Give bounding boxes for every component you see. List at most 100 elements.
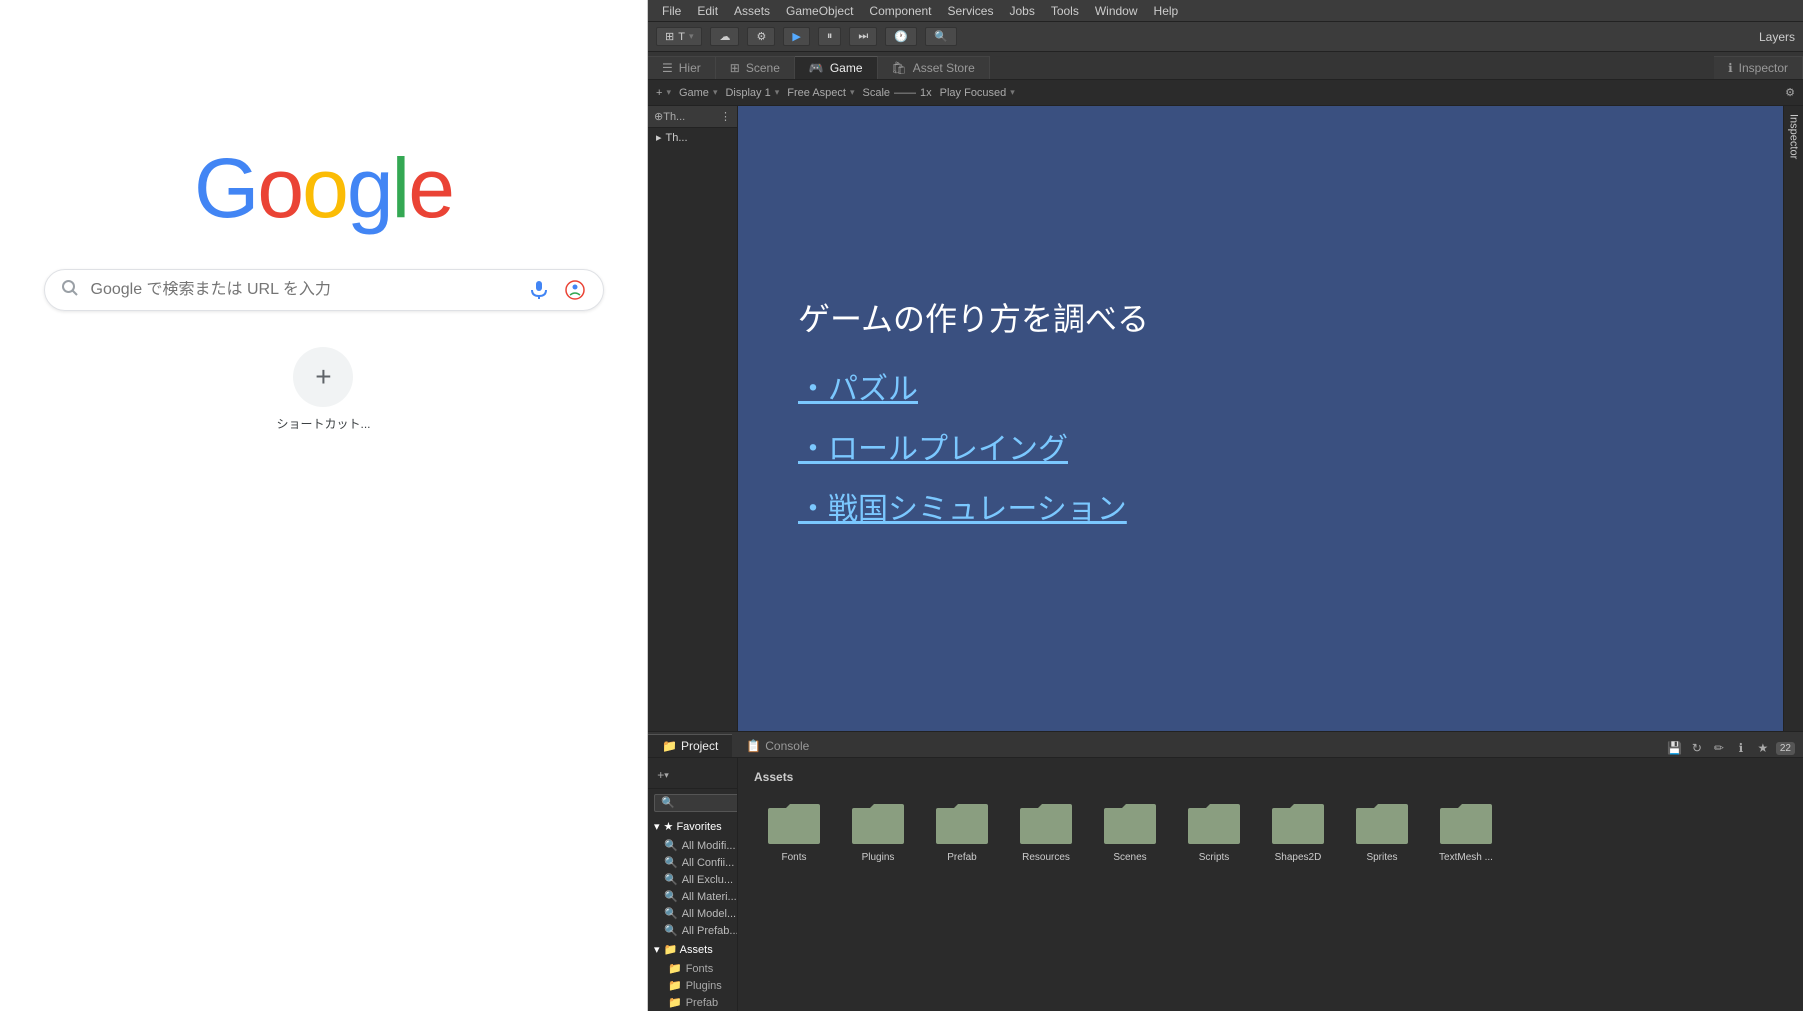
aspect-dropdown[interactable]: Free Aspect ▾	[787, 87, 854, 99]
tab-console[interactable]: 📋 Console	[732, 735, 823, 757]
project-sidebar: +▾ ▾ ★ Favorites 🔍 All Modifi... 🔍	[648, 758, 738, 1011]
asset-plugins[interactable]: Plugins	[838, 796, 918, 867]
asset-sprites[interactable]: Sprites	[1342, 796, 1422, 867]
folder-prefab-icon	[934, 800, 990, 848]
microphone-icon[interactable]	[527, 278, 551, 302]
folder-textmesh-icon	[1438, 800, 1494, 848]
refresh-icon[interactable]: ↻	[1688, 739, 1706, 757]
history-btn[interactable]: 🕐	[885, 27, 917, 46]
fav-all-modified[interactable]: 🔍 All Modifi...	[648, 837, 737, 854]
game-link-0[interactable]: ・パズル	[798, 364, 1723, 408]
asset-shapes2d[interactable]: Shapes2D	[1258, 796, 1338, 867]
display-dropdown[interactable]: Display 1 ▾	[725, 87, 779, 99]
asset-store-tab-label: Asset Store	[913, 61, 975, 75]
asset-fonts[interactable]: Fonts	[754, 796, 834, 867]
search-small-icon2: 🔍	[664, 856, 678, 869]
transform-label: T	[678, 31, 685, 43]
asset-scripts[interactable]: Scripts	[1174, 796, 1254, 867]
fav-all-exclu[interactable]: 🔍 All Exclu...	[648, 871, 737, 888]
fav-all-prefab[interactable]: 🔍 All Prefab...	[648, 922, 737, 939]
scale-control[interactable]: Scale —— 1x	[862, 87, 931, 99]
fav-all-model[interactable]: 🔍 All Model...	[648, 905, 737, 922]
cloud-btn[interactable]: ☁	[710, 27, 739, 46]
asset-scripts-label: Scripts	[1199, 852, 1230, 863]
assets-area-label: Assets	[746, 766, 1795, 788]
gizmos-btn[interactable]: ⚙	[1785, 86, 1795, 99]
folder-scripts-icon	[1186, 800, 1242, 848]
asset-prefab[interactable]: Prefab	[922, 796, 1002, 867]
play-icon: ▶	[792, 30, 800, 43]
asset-fonts-label: Fonts	[781, 852, 806, 863]
tab-hierarchy[interactable]: ☰ Hier	[648, 56, 716, 79]
menu-tools[interactable]: Tools	[1045, 2, 1085, 20]
game-title: ゲームの作り方を調べる	[798, 294, 1723, 340]
pause-icon: ⏸	[827, 30, 833, 43]
fav-all-config[interactable]: 🔍 All Confii...	[648, 854, 737, 871]
tree-prefab[interactable]: 📁 Prefab	[648, 994, 737, 1011]
project-tab-icon: 📁	[662, 739, 677, 753]
fav-all-material[interactable]: 🔍 All Materi...	[648, 888, 737, 905]
hierarchy-item-0[interactable]: ▸ Th...	[648, 128, 737, 147]
settings-btn[interactable]: ⚙	[747, 27, 775, 46]
transform-tool-btn[interactable]: ⊞ T ▾	[656, 27, 702, 46]
shortcut-item[interactable]: + ショートカット...	[276, 347, 370, 432]
aspect-label: Free Aspect	[787, 87, 846, 99]
step-icon: ⏭	[858, 30, 868, 43]
game-link-2[interactable]: ・戦国シミュレーション	[798, 484, 1723, 528]
asset-textmesh[interactable]: TextMesh ...	[1426, 796, 1506, 867]
pencil-icon[interactable]: ✏	[1710, 739, 1728, 757]
info-icon[interactable]: ℹ	[1732, 739, 1750, 757]
assets-search-input[interactable]	[654, 794, 738, 812]
search-btn[interactable]: 🔍	[925, 27, 957, 46]
play-btn[interactable]: ▶	[783, 27, 809, 46]
gear-icon: ⚙	[756, 30, 766, 43]
menu-jobs[interactable]: Jobs	[1003, 2, 1040, 20]
assets-area: Assets Fonts Plugins	[738, 758, 1803, 1011]
pause-btn[interactable]: ⏸	[818, 27, 842, 46]
game-link-1[interactable]: ・ロールプレイング	[798, 424, 1723, 468]
tab-game[interactable]: 🎮 Game	[795, 56, 878, 79]
game-tab-icon: 🎮	[809, 61, 824, 75]
asset-store-tab-icon: 🛍	[892, 61, 907, 75]
menu-component[interactable]: Component	[863, 2, 937, 20]
add-btn[interactable]: +▾	[656, 87, 671, 99]
menu-services[interactable]: Services	[941, 2, 999, 20]
lens-icon[interactable]	[563, 278, 587, 302]
asset-scenes[interactable]: Scenes	[1090, 796, 1170, 867]
tab-scene[interactable]: ⊞ Scene	[716, 56, 795, 79]
tab-project[interactable]: 📁 Project	[648, 734, 732, 757]
logo-o2: o	[302, 140, 347, 237]
menu-file[interactable]: File	[656, 2, 687, 20]
project-tab-label: Project	[681, 739, 718, 753]
folder-icon-small3: 📁	[668, 996, 682, 1009]
game-dropdown[interactable]: Game ▾	[679, 87, 718, 99]
asset-resources[interactable]: Resources	[1006, 796, 1086, 867]
play-focused-btn[interactable]: Play Focused ▾	[940, 87, 1015, 99]
shortcut-label: ショートカット...	[276, 415, 370, 432]
gizmos-icon: ⚙	[1785, 86, 1795, 99]
tab-asset-store[interactable]: 🛍 Asset Store	[878, 56, 990, 79]
assets-expand-icon: ▾	[654, 943, 660, 956]
add-project-btn[interactable]: +▾	[654, 766, 672, 784]
menu-edit[interactable]: Edit	[691, 2, 724, 20]
game-toolbar: +▾ Game ▾ Display 1 ▾ Free Aspect ▾ Scal…	[648, 80, 1803, 106]
tree-fonts[interactable]: 📁 Fonts	[648, 960, 737, 977]
star-icon[interactable]: ★	[1754, 739, 1772, 757]
add-dropdown-icon: ▾	[666, 87, 671, 98]
tab-inspector[interactable]: ℹ Inspector	[1714, 56, 1803, 79]
hier-options-icon: ⋮	[720, 110, 731, 123]
step-btn[interactable]: ⏭	[849, 27, 877, 46]
scene-tab-label: Scene	[746, 61, 780, 75]
aspect-dropdown-icon: ▾	[850, 87, 855, 98]
assets-tree-header[interactable]: ▾ 📁 Assets	[648, 939, 737, 960]
menu-help[interactable]: Help	[1148, 2, 1185, 20]
inspector-icon: ℹ	[1728, 61, 1733, 75]
menu-window[interactable]: Window	[1089, 2, 1144, 20]
favorites-header[interactable]: ▾ ★ Favorites	[648, 816, 737, 837]
menu-gameobject[interactable]: GameObject	[780, 2, 859, 20]
menu-assets[interactable]: Assets	[728, 2, 776, 20]
search-small-icon4: 🔍	[664, 890, 678, 903]
search-input[interactable]	[91, 281, 527, 299]
tree-plugins[interactable]: 📁 Plugins	[648, 977, 737, 994]
save-project-icon[interactable]: 💾	[1666, 739, 1684, 757]
